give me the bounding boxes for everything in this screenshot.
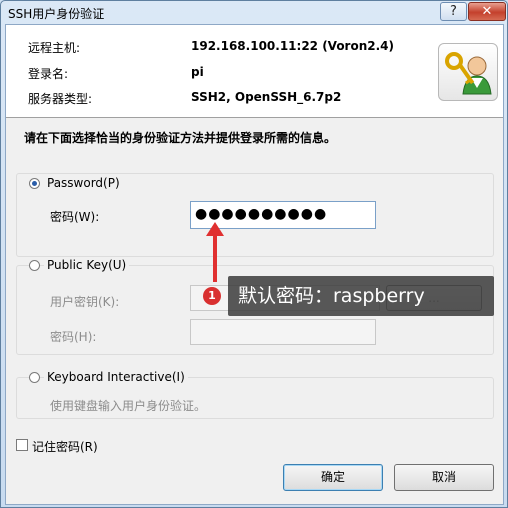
remember-checkbox[interactable]	[16, 439, 28, 451]
server-type-value: SSH2, OpenSSH_6.7p2	[191, 90, 342, 104]
server-type-label: 服务器类型:	[28, 92, 93, 106]
user-key-label: 用户密钥(K):	[50, 295, 120, 309]
key-user-icon	[438, 43, 498, 101]
annotation-callout: 默认密码：raspberry	[228, 276, 494, 316]
publickey-radio[interactable]	[29, 260, 40, 271]
keyboard-description: 使用键盘输入用户身份验证。	[50, 399, 207, 413]
instruction-text: 请在下面选择恰当的身份验证方法并提供登录所需的信息。	[24, 131, 337, 145]
password-radio-label[interactable]: Password(P)	[44, 176, 123, 190]
passphrase-input[interactable]	[190, 319, 376, 345]
help-button[interactable]: ?	[440, 2, 467, 21]
passphrase-label: 密码(H):	[50, 330, 97, 344]
ok-button[interactable]: 确定	[283, 464, 383, 491]
dialog-client: 远程主机: 192.168.100.11:22 (Voron2.4) 登录名: …	[5, 24, 504, 505]
cancel-button[interactable]: 取消	[394, 464, 494, 491]
publickey-radio-label[interactable]: Public Key(U)	[44, 258, 130, 272]
host-label: 远程主机:	[28, 41, 81, 55]
keyboard-radio[interactable]	[29, 372, 40, 383]
keyboard-radio-label[interactable]: Keyboard Interactive(I)	[44, 370, 188, 384]
login-value: pi	[191, 65, 204, 79]
password-radio[interactable]	[29, 178, 40, 189]
annotation-arrow	[206, 222, 224, 282]
close-button[interactable]: ✕	[468, 2, 506, 21]
info-panel: 远程主机: 192.168.100.11:22 (Voron2.4) 登录名: …	[6, 25, 503, 118]
password-field-label: 密码(W):	[50, 210, 100, 224]
host-value: 192.168.100.11:22 (Voron2.4)	[191, 39, 395, 53]
remember-label[interactable]: 记住密码(R)	[32, 438, 98, 455]
window-title: SSH用户身份验证	[8, 7, 105, 21]
annotation-badge: 1	[203, 287, 221, 305]
login-label: 登录名:	[28, 67, 69, 81]
